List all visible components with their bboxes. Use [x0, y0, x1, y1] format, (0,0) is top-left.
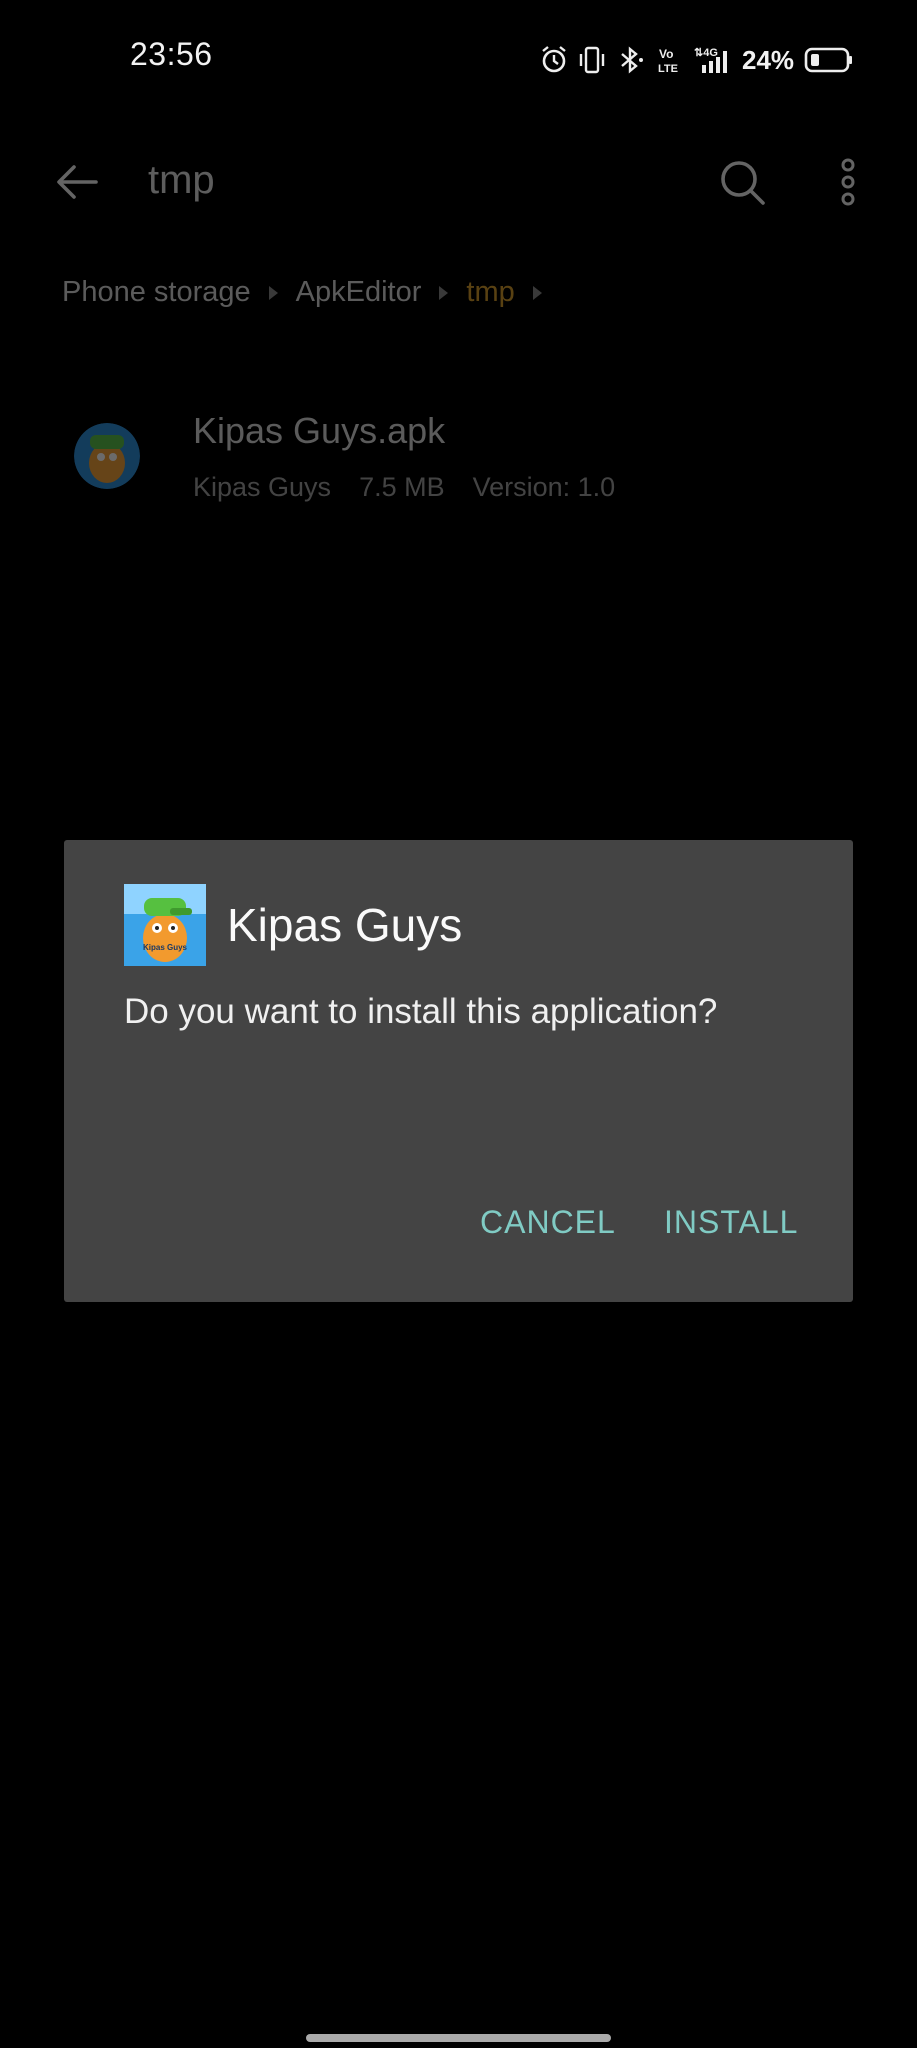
- svg-text:Vo: Vo: [659, 47, 673, 61]
- search-icon[interactable]: [715, 155, 769, 209]
- alarm-icon: [542, 46, 566, 73]
- breadcrumb-phone-storage[interactable]: Phone storage: [62, 276, 251, 309]
- chevron-right-icon: [532, 285, 542, 300]
- file-version: Version: 1.0: [472, 472, 616, 502]
- volte-icon: Vo LTE: [658, 47, 678, 75]
- install-button[interactable]: INSTALL: [664, 1204, 798, 1241]
- more-vertical-icon[interactable]: [830, 155, 866, 209]
- battery-icon: [804, 47, 853, 73]
- file-meta: Kipas Guys 7.5 MB Version: 1.0: [193, 472, 615, 503]
- 4g-signal-icon: ⇅4G: [694, 47, 727, 73]
- vibrate-icon: [579, 46, 605, 74]
- file-app-name: Kipas Guys: [193, 472, 332, 502]
- breadcrumb: Phone storage ApkEditor tmp: [62, 276, 542, 309]
- bluetooth-icon: [621, 46, 643, 74]
- chevron-right-icon: [268, 285, 278, 300]
- file-name[interactable]: Kipas Guys.apk: [193, 410, 445, 452]
- svg-text:LTE: LTE: [658, 63, 678, 75]
- status-icons: Vo LTE ⇅4G 24%: [540, 40, 854, 80]
- app-icon-text: Kipas Guys: [143, 943, 188, 952]
- svg-text:⇅4G: ⇅4G: [694, 47, 718, 59]
- app-icon: Kipas Guys: [124, 884, 206, 966]
- apk-file-icon: [74, 423, 140, 489]
- arrow-left-icon[interactable]: [50, 155, 104, 209]
- home-indicator[interactable]: [306, 2034, 611, 2042]
- breadcrumb-apkeditor[interactable]: ApkEditor: [296, 276, 422, 309]
- breadcrumb-tmp[interactable]: tmp: [466, 276, 514, 309]
- cancel-button[interactable]: CANCEL: [480, 1204, 616, 1241]
- dialog-title: Kipas Guys: [227, 899, 463, 951]
- battery-percentage: 24%: [742, 44, 795, 75]
- dialog-message: Do you want to install this application?: [124, 992, 718, 1031]
- status-time: 23:56: [130, 36, 213, 72]
- install-dialog: Kipas Guys Kipas Guys Do you want to ins…: [64, 840, 853, 1302]
- chevron-right-icon: [439, 285, 449, 300]
- file-size: 7.5 MB: [359, 472, 445, 502]
- folder-title: tmp: [148, 158, 215, 202]
